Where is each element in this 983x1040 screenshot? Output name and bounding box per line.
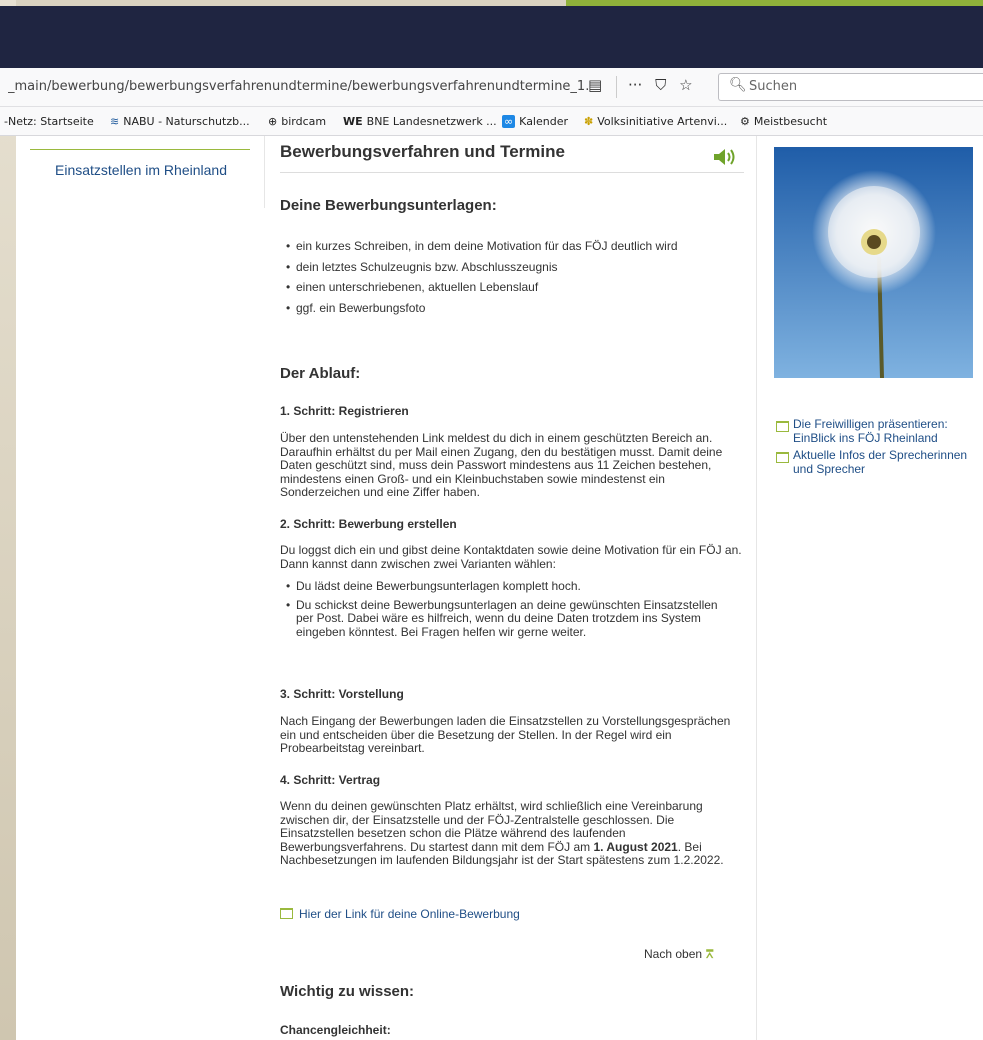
step2-options: Du lädst deine Bewerbungsunterlagen komp… [280,579,736,640]
search-icon: 🔍︎ [729,77,747,93]
chancen-heading: Chancengleichheit: [280,1023,391,1037]
more-actions-icon[interactable]: ··· [628,76,642,94]
browser-titlebar [0,6,983,68]
bookmark-item[interactable]: -Netz: Startseite [4,115,94,128]
wichtig-heading: Wichtig zu wissen: [280,983,415,1000]
bookmark-item[interactable]: WE BNE Landesnetzwerk ... [343,115,497,128]
gear-icon: ⚙ [740,115,750,128]
speaker-icon[interactable] [712,148,738,166]
list-item: ein kurzes Schreiben, in dem deine Motiv… [286,239,746,254]
ablauf-heading: Der Ablauf: [280,365,361,382]
url-actions: ▤ [588,76,612,94]
step4-text: Wenn du deinen gewünschten Platz erhälts… [280,799,742,868]
external-link-icon [776,452,789,463]
leftnav-divider [30,149,250,150]
bookmark-item[interactable]: ⚙ Meistbesucht [740,115,827,128]
bookmark-label: BNE Landesnetzwerk ... [366,115,497,128]
right-link-sprecher[interactable]: Aktuelle Infos der Sprecherinnen und Spr… [776,448,976,476]
title-divider [280,172,744,173]
web-page: Einsatzstellen im Rheinland Bewerbungsve… [16,136,983,1040]
link-label: Hier der Link für deine Online-Bewerbung [299,907,520,921]
start-date: 1. August 2021 [593,839,678,854]
page-title: Bewerbungsverfahren und Termine [280,142,565,161]
online-application-link[interactable]: Hier der Link für deine Online-Bewerbung [280,907,520,921]
desktop-edge [0,0,16,1040]
right-column-border [756,136,757,1040]
we-icon: WE [343,115,363,128]
external-link-icon [776,421,789,432]
page-actions: ··· ⛉ ☆ [628,76,693,94]
back-to-top-label: Nach oben [644,947,703,961]
bookmarks-toolbar: -Netz: Startseite ≋ NABU - Naturschutzb..… [0,107,983,136]
bookmark-label: birdcam [281,115,327,128]
pocket-icon[interactable]: ⛉ [655,76,666,94]
bookmark-label: Volksinitiative Artenvi... [597,115,728,128]
unterlagen-list: ein kurzes Schreiben, in dem deine Motiv… [280,239,746,316]
url-bar-row: _main/bewerbung/bewerbungsverfahrenundte… [0,68,983,107]
list-item: einen unterschriebenen, aktuellen Lebens… [286,280,746,295]
reader-view-icon[interactable]: ▤ [588,76,602,94]
nabu-icon: ≋ [110,115,120,128]
bookmark-label: NABU - Naturschutzb... [123,115,250,128]
right-link-freiwillige[interactable]: Die Freiwilligen präsentieren: EinBlick … [776,417,976,445]
list-item: ggf. ein Bewerbungsfoto [286,301,746,316]
step3-heading: 3. Schritt: Vorstellung [280,687,404,701]
leftnav-border [264,136,265,208]
divider [616,76,617,98]
bookmark-label: -Netz: Startseite [4,115,94,128]
bookmark-item[interactable]: ✽ Volksinitiative Artenvi... [584,115,727,128]
list-item: Du schickst deine Bewerbungsunterlagen a… [286,598,736,640]
dandelion-photo [774,147,973,378]
external-link-icon [280,908,293,920]
arrow-up-icon: ⩞ [706,947,714,961]
back-to-top-link[interactable]: Nach oben ⩞ [644,947,713,961]
bookmark-item[interactable]: ≋ NABU - Naturschutzb... [110,115,250,128]
bookmark-item[interactable]: ∞ Kalender [502,115,568,128]
link-label: Aktuelle Infos der Sprecherinnen und Spr… [793,448,968,476]
bookmark-label: Meistbesucht [753,115,828,128]
step4-heading: 4. Schritt: Vertrag [280,773,381,787]
step2-text: Du loggst dich ein und gibst deine Konta… [280,543,742,571]
link-label: Die Freiwilligen präsentieren: EinBlick … [793,417,948,445]
unterlagen-heading: Deine Bewerbungsunterlagen: [280,197,497,214]
bookmark-star-icon[interactable]: ☆ [679,76,692,94]
bookmark-label: Kalender [519,115,569,128]
leftnav-item-einsatzstellen[interactable]: Einsatzstellen im Rheinland [16,162,266,178]
list-item: dein letztes Schulzeugnis bzw. Abschluss… [286,260,746,275]
step1-heading: 1. Schritt: Registrieren [280,404,409,418]
step2-heading: 2. Schritt: Bewerbung erstellen [280,517,457,531]
url-field[interactable]: _main/bewerbung/bewerbungsverfahrenundte… [8,79,588,94]
step1-text: Über den untenstehenden Link meldest du … [280,431,723,499]
calendar-icon: ∞ [502,115,516,128]
search-input[interactable]: 🔍︎ Suchen [718,73,983,101]
globe-icon: ⊕ [268,115,278,128]
bee-icon: ✽ [584,115,594,128]
search-placeholder: Suchen [749,79,798,94]
step3-text: Nach Eingang der Bewerbungen laden die E… [280,714,731,755]
bookmark-item[interactable]: ⊕ birdcam [268,115,326,128]
list-item: Du lädst deine Bewerbungsunterlagen komp… [286,579,736,594]
